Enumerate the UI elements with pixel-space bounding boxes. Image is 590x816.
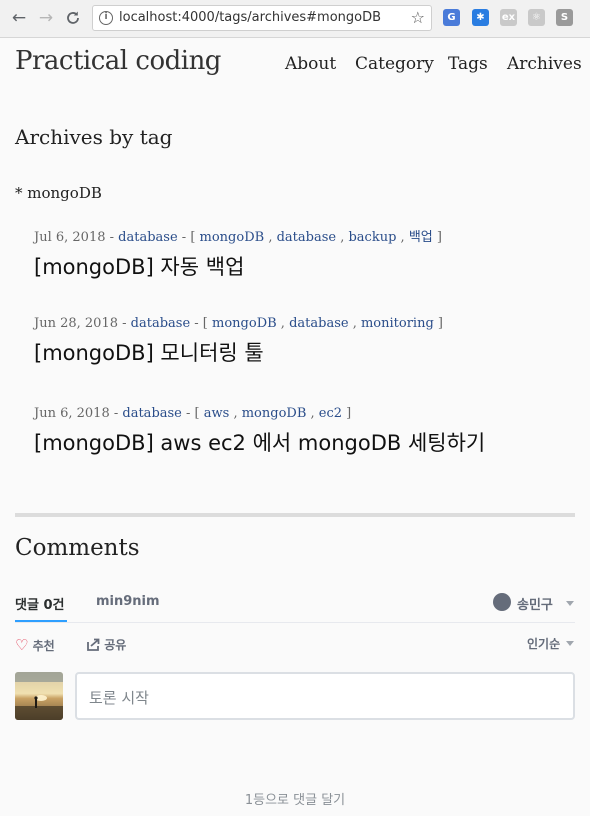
- post-title-link[interactable]: [mongoDB] aws ec2 에서 mongoDB 세팅하기: [34, 427, 574, 457]
- post-category-link[interactable]: database: [131, 316, 190, 331]
- avatar-photo: [15, 672, 63, 720]
- recommend-button[interactable]: ♡ 추천: [15, 636, 55, 654]
- nav-about[interactable]: About: [285, 54, 336, 74]
- reload-icon: [67, 11, 79, 24]
- translate-extension-icon[interactable]: G: [443, 9, 460, 26]
- post-date: Jul 6, 2018: [34, 230, 106, 245]
- sort-dropdown[interactable]: 인기순: [527, 635, 560, 652]
- post-date: Jun 6, 2018: [34, 406, 110, 421]
- tab-forum[interactable]: min9nim: [96, 594, 160, 609]
- avatar: [15, 672, 63, 720]
- post-tag-link[interactable]: ec2: [319, 406, 342, 421]
- post-meta: Jun 28, 2018 - database - [ mongoDB , da…: [34, 316, 443, 331]
- post-tag-link[interactable]: mongoDB: [212, 316, 277, 331]
- tabs-divider: [15, 622, 575, 623]
- nav-tags[interactable]: Tags: [448, 54, 488, 74]
- post-tag-link[interactable]: monitoring: [361, 316, 434, 331]
- post-title-link[interactable]: [mongoDB] 모니터링 툴: [34, 337, 574, 367]
- comments-heading: Comments: [15, 535, 140, 561]
- back-button[interactable]: ←: [8, 6, 30, 30]
- site-title[interactable]: Practical coding: [15, 46, 221, 76]
- heart-icon: ♡: [15, 636, 29, 654]
- section-divider: [15, 513, 575, 517]
- post-tag-link[interactable]: aws: [204, 406, 230, 421]
- s-extension-icon[interactable]: S: [556, 9, 573, 26]
- address-bar[interactable]: i localhost:4000/tags/archives#mongoDB ☆: [92, 5, 432, 31]
- site-info-icon[interactable]: i: [99, 11, 113, 25]
- forward-button[interactable]: →: [35, 6, 57, 30]
- bookmark-star-icon[interactable]: ☆: [411, 8, 425, 27]
- blue-extension-icon[interactable]: ✱: [472, 9, 489, 26]
- share-icon: [87, 638, 100, 651]
- chevron-down-icon[interactable]: [566, 641, 574, 646]
- post-category-link[interactable]: database: [122, 406, 181, 421]
- post-meta: Jul 6, 2018 - database - [ mongoDB , dat…: [34, 230, 442, 245]
- chevron-down-icon[interactable]: [566, 601, 574, 606]
- share-label: 공유: [104, 638, 127, 652]
- comment-placeholder: 토론 시작: [89, 689, 149, 707]
- page-heading: Archives by tag: [15, 125, 173, 149]
- user-menu[interactable]: 송민구: [517, 594, 553, 613]
- comment-input[interactable]: 토론 시작: [75, 672, 575, 720]
- post-title-link[interactable]: [mongoDB] 자동 백업: [34, 251, 574, 281]
- user-avatar-icon[interactable]: [493, 593, 511, 611]
- react-devtools-icon[interactable]: ⚛: [528, 9, 545, 26]
- post-entry: Jun 28, 2018 - database - [ mongoDB , da…: [34, 316, 574, 367]
- post-tag-link[interactable]: database: [289, 316, 348, 331]
- share-button[interactable]: 공유: [87, 636, 126, 653]
- post-category-link[interactable]: database: [118, 230, 177, 245]
- post-meta: Jun 6, 2018 - database - [ aws , mongoDB…: [34, 406, 352, 421]
- recommend-label: 추천: [32, 639, 55, 653]
- tag-heading: * mongoDB: [15, 184, 102, 202]
- post-entry: Jun 6, 2018 - database - [ aws , mongoDB…: [34, 406, 574, 457]
- post-date: Jun 28, 2018: [34, 316, 118, 331]
- post-tag-link[interactable]: mongoDB: [242, 406, 307, 421]
- gray-extension-icon[interactable]: ex: [500, 9, 517, 26]
- first-comment-text: 1등으로 댓글 달기: [244, 793, 346, 808]
- reload-button[interactable]: [62, 6, 84, 30]
- nav-category[interactable]: Category: [355, 54, 434, 74]
- nav-archives[interactable]: Archives: [507, 54, 582, 74]
- post-tag-link[interactable]: backup: [348, 230, 396, 245]
- post-tag-link[interactable]: mongoDB: [200, 230, 265, 245]
- post-entry: Jul 6, 2018 - database - [ mongoDB , dat…: [34, 226, 574, 281]
- post-tag-link[interactable]: database: [277, 230, 336, 245]
- post-tag-link[interactable]: 백업: [409, 230, 433, 245]
- tab-comment-count[interactable]: 댓글 0건: [15, 594, 64, 613]
- browser-toolbar: ← → i localhost:4000/tags/archives#mongo…: [0, 0, 590, 38]
- url-text[interactable]: localhost:4000/tags/archives#mongoDB: [119, 10, 381, 25]
